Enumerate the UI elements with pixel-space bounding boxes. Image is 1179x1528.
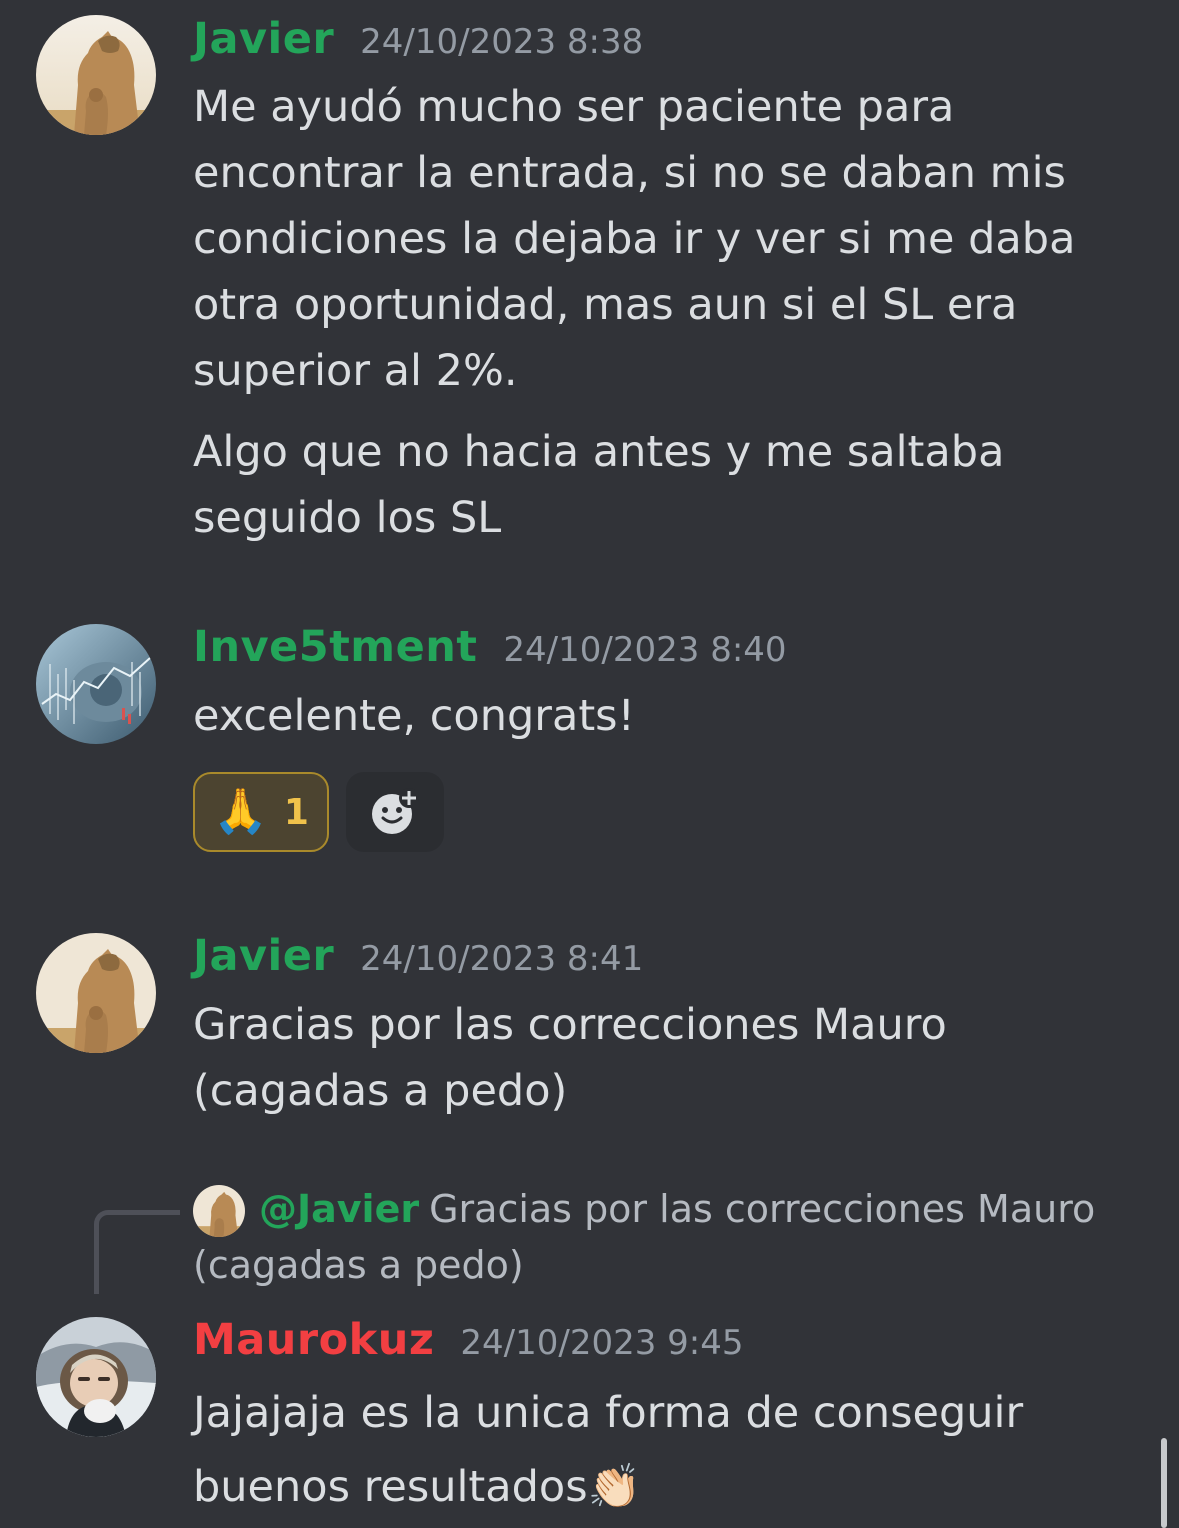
avatar-inve5tment[interactable] [36,624,156,744]
reaction-count: 1 [283,791,309,833]
puma-avatar-icon [36,933,156,1053]
message-text: excelente, congrats! [193,691,635,741]
timestamp: 24/10/2023 8:38 [360,22,644,62]
username[interactable]: Inve5tment [193,622,477,672]
timestamp: 24/10/2023 8:40 [503,630,787,670]
message-text: Algo que no hacia antes y me saltaba seg… [193,427,1005,543]
scrollbar[interactable] [1161,1438,1167,1528]
message-text: Gracias por las correcciones Mauro (caga… [193,1000,947,1116]
reaction-pray[interactable]: 🙏 1 [193,772,329,852]
avatar-javier[interactable] [36,15,156,135]
add-reaction-icon [372,788,419,834]
pray-emoji-icon: 🙏 [213,786,268,837]
timestamp: 24/10/2023 8:41 [360,939,644,979]
avatar-maurokuz[interactable] [36,1317,156,1437]
add-reaction-button[interactable] [346,772,444,852]
person-avatar-icon [36,1317,156,1437]
reply-mention[interactable]: @Javier [259,1187,419,1231]
chat-view: Javier 24/10/2023 8:38 Me ayudó mucho se… [0,0,1179,1528]
username[interactable]: Javier [193,14,334,64]
reply-preview[interactable]: @Javier Gracias por las correcciones Maur… [193,1181,1143,1293]
message-header: Maurokuz 24/10/2023 9:45 [193,1315,744,1371]
message-text: Jajajaja es la unica forma de conseguir … [193,1388,1024,1512]
message-text: Me ayudó mucho ser paciente para encontr… [193,82,1076,396]
reply-connector [94,1210,180,1294]
username[interactable]: Javier [193,931,334,981]
puma-avatar-icon [36,15,156,135]
message-header: Javier 24/10/2023 8:38 [193,14,643,70]
username[interactable]: Maurokuz [193,1315,434,1365]
message-header: Javier 24/10/2023 8:41 [193,931,643,987]
message-header: Inve5tment 24/10/2023 8:40 [193,622,787,678]
avatar-javier[interactable] [36,933,156,1053]
dollar-chart-avatar-icon [36,624,156,744]
timestamp: 24/10/2023 9:45 [460,1323,744,1363]
